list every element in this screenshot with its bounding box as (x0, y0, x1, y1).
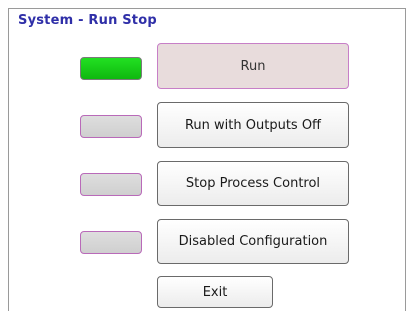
page-title: System - Run Stop (18, 13, 157, 28)
stop-process-control-button[interactable]: Stop Process Control (157, 161, 349, 206)
run-button[interactable]: Run (157, 43, 349, 89)
disabled-configuration-status-indicator (80, 231, 142, 254)
disabled-configuration-button[interactable]: Disabled Configuration (157, 219, 349, 264)
stop-process-control-status-indicator (80, 173, 142, 196)
run-outputs-off-status-indicator (80, 115, 142, 138)
run-with-outputs-off-button[interactable]: Run with Outputs Off (157, 102, 349, 148)
exit-button[interactable]: Exit (157, 276, 273, 308)
run-status-indicator (80, 57, 142, 80)
